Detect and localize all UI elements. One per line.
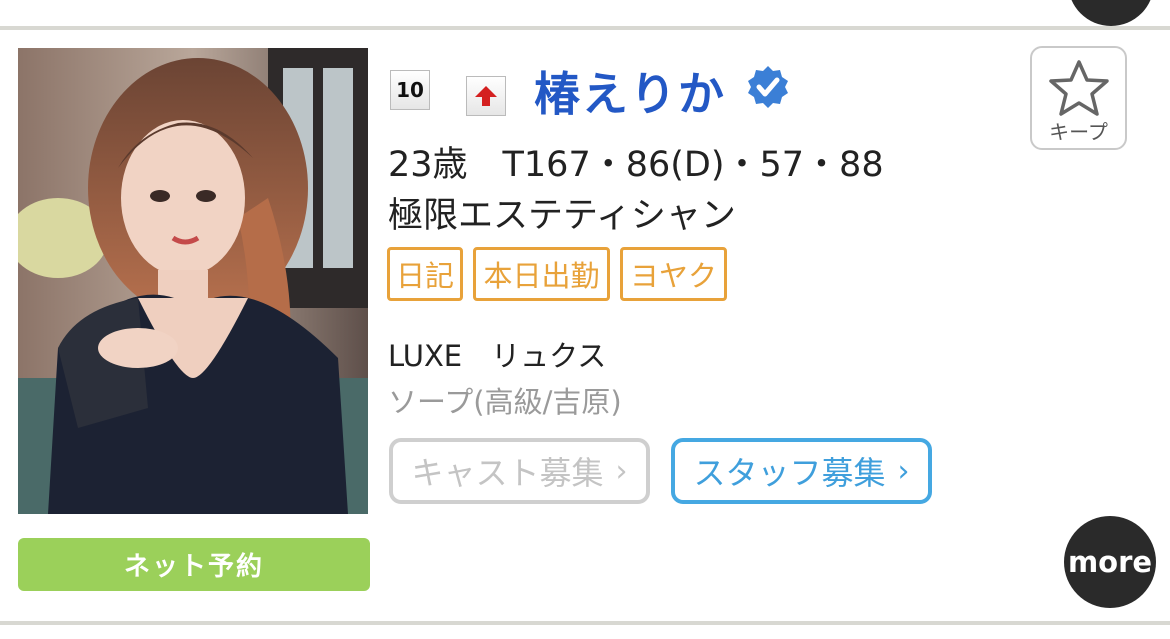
- tag-working-today[interactable]: 本日出勤: [473, 247, 610, 301]
- bottom-divider: [0, 621, 1170, 625]
- up-arrow-icon: [466, 76, 506, 116]
- top-divider: [0, 26, 1170, 30]
- cast-name[interactable]: 椿えりか: [534, 58, 726, 124]
- cast-recruit-button[interactable]: キャスト募集 ›: [389, 438, 650, 504]
- shop-genre: ソープ(高級/吉原): [388, 385, 622, 419]
- previous-more-button[interactable]: [1068, 0, 1154, 26]
- tag-reservation[interactable]: ヨヤク: [620, 247, 727, 301]
- tag-diary[interactable]: 日記: [387, 247, 463, 301]
- cast-photo-image: [18, 48, 368, 514]
- verified-check-icon: [745, 64, 791, 110]
- chevron-right-icon: ›: [615, 453, 628, 489]
- more-button[interactable]: more: [1064, 516, 1156, 608]
- cast-photo[interactable]: [18, 48, 368, 514]
- cast-recruit-label: キャスト募集: [411, 454, 604, 492]
- cast-stats: 23歳 T167・86(D)・57・88: [388, 145, 884, 185]
- keep-button[interactable]: キープ: [1030, 46, 1127, 150]
- chevron-right-icon: ›: [897, 453, 910, 489]
- net-reservation-button[interactable]: ネット予約: [18, 538, 370, 591]
- staff-recruit-label: スタッフ募集: [693, 454, 886, 492]
- cast-catchphrase: 極限エステティシャン: [388, 196, 736, 236]
- star-icon: [1048, 60, 1109, 116]
- staff-recruit-button[interactable]: スタッフ募集 ›: [671, 438, 932, 504]
- keep-label: キープ: [1049, 120, 1108, 144]
- shop-name[interactable]: LUXE リュクス: [388, 333, 606, 375]
- rank-badge: 10: [390, 70, 430, 110]
